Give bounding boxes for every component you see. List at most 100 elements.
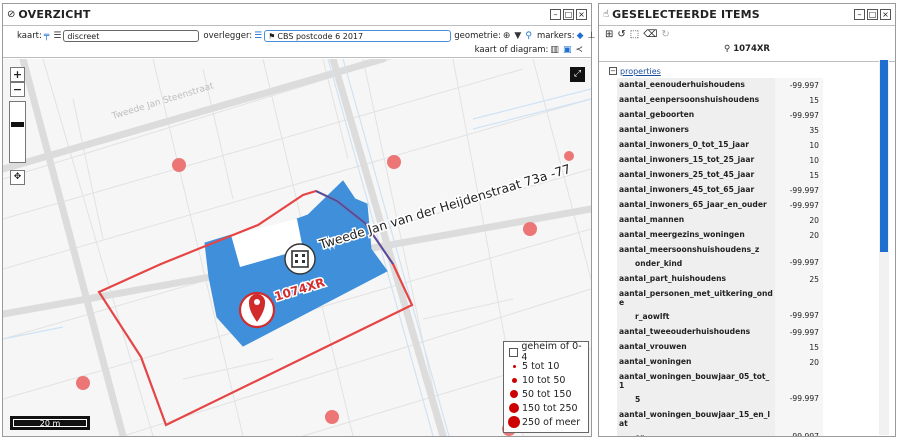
- overview-panel-header: ⊘ OVERZICHT – □ ×: [3, 4, 591, 26]
- building-marker[interactable]: [284, 243, 316, 275]
- property-key: aantal_vrouwen: [617, 340, 775, 355]
- property-row: aantal_eenpersoonshuishoudens 15: [605, 93, 873, 108]
- legend-item: 250 of meer: [508, 415, 584, 429]
- close-button[interactable]: ×: [880, 9, 891, 20]
- property-row: aantal_inwoners_25_tot_45_jaar 15: [605, 168, 873, 183]
- property-value: 15: [775, 340, 823, 355]
- legend-square-icon: [509, 347, 519, 357]
- property-value: -99.997: [775, 325, 823, 340]
- expand-all-icon[interactable]: ⊞: [605, 29, 613, 40]
- map-pin-icon[interactable]: ⚲: [525, 31, 532, 41]
- property-row: aantal_inwoners_45_tot_65_jaar -99.997: [605, 183, 873, 198]
- undo-icon[interactable]: ↺: [617, 29, 625, 40]
- selected-item-header: ⚲ 1074XR: [599, 44, 895, 54]
- selection-toolbar: ⊞ ↺ ⬚ ⌫ ↻: [605, 29, 670, 40]
- property-key: aantal_inwoners: [617, 123, 775, 138]
- diagram-view-icon[interactable]: ▣: [563, 45, 572, 55]
- scrollbar-thumb[interactable]: [880, 60, 888, 252]
- property-value: 20: [775, 213, 823, 228]
- legend-item: geheim of 0-4: [508, 341, 584, 363]
- globe-icon[interactable]: ⊕: [503, 31, 511, 41]
- legend-dot-icon: [512, 364, 516, 368]
- property-key: aantal_woningen_bouwjaar_05_tot_1 5: [617, 370, 775, 408]
- flag-icon: ⚑: [268, 31, 276, 41]
- property-row: aantal_woningen_bouwjaar_15_en_later-99.…: [605, 408, 873, 436]
- property-key: aantal_meersoonshuishoudens_z onder_kind: [617, 243, 775, 272]
- layers-tree-icon[interactable]: ╤: [44, 31, 49, 41]
- tags-icon[interactable]: ◆: [577, 31, 584, 41]
- properties-group[interactable]: − properties: [609, 64, 873, 78]
- property-key: aantal_meergezins_woningen: [617, 228, 775, 243]
- maximize-button[interactable]: □: [563, 9, 574, 20]
- property-row: aantal_mannen 20: [605, 213, 873, 228]
- property-value: -99.997: [775, 370, 823, 408]
- redo-icon[interactable]: ↻: [661, 29, 669, 40]
- property-key: aantal_woningen: [617, 355, 775, 370]
- properties-label[interactable]: properties: [620, 67, 661, 76]
- property-row: aantal_woningen_bouwjaar_05_tot_1 5 -99.99…: [605, 370, 873, 408]
- fullscreen-button[interactable]: ⤢: [570, 67, 585, 82]
- property-key: aantal_eenpersoonshuishoudens: [617, 93, 775, 108]
- zoom-out-button[interactable]: −: [10, 82, 25, 97]
- overlegger-value: CBS postcode 6 2017: [277, 31, 364, 41]
- legend-dot-icon: [509, 403, 519, 413]
- markers-label: markers:: [536, 31, 575, 41]
- geometrie-label: geometrie:: [454, 31, 501, 41]
- property-value: -99.997: [775, 198, 823, 213]
- list-icon[interactable]: ☰: [53, 31, 61, 41]
- zoom-extent-button[interactable]: ✥: [10, 170, 25, 185]
- overlay-list-icon[interactable]: ☰: [254, 31, 262, 41]
- property-key: aantal_woningen_bouwjaar_15_en_later: [617, 408, 775, 436]
- pointer-hand-icon: ☝: [603, 9, 610, 20]
- kaart-select[interactable]: discreet: [63, 30, 200, 42]
- property-key: aantal_inwoners_0_tot_15_jaar: [617, 138, 775, 153]
- property-value: 20: [775, 228, 823, 243]
- kaart-label: kaart:: [17, 31, 42, 41]
- property-row: aantal_eenouderhuishoudens -99.997: [605, 78, 873, 93]
- map-view-icon[interactable]: ▥: [550, 45, 559, 55]
- minimize-button[interactable]: –: [550, 9, 561, 20]
- maximize-button[interactable]: □: [867, 9, 878, 20]
- scrollbar[interactable]: [879, 60, 889, 435]
- zoom-slider[interactable]: [9, 101, 26, 163]
- property-row: aantal_geboorten -99.997: [605, 108, 873, 123]
- property-row: aantal_inwoners_0_tot_15_jaar 10: [605, 138, 873, 153]
- overlegger-select[interactable]: ⚑ CBS postcode 6 2017: [264, 30, 452, 42]
- legend-item: 10 tot 50: [508, 373, 584, 387]
- compass-icon: ⊘: [7, 9, 16, 20]
- properties-list[interactable]: − properties aantal_eenouderhuishoudens -…: [605, 64, 873, 436]
- property-row: aantal_part_huishoudens 25: [605, 272, 873, 287]
- collapse-icon[interactable]: −: [609, 67, 617, 75]
- close-button[interactable]: ×: [576, 9, 587, 20]
- property-key: aantal_inwoners_65_jaar_en_ouder: [617, 198, 775, 213]
- pushpin-icon[interactable]: ⊥: [587, 31, 595, 41]
- legend-dot-icon: [511, 377, 517, 383]
- eraser-icon[interactable]: ⌫: [643, 29, 657, 40]
- property-value: -99.997: [775, 243, 823, 272]
- property-key: aantal_inwoners_25_tot_45_jaar: [617, 168, 775, 183]
- select-box-icon[interactable]: ⬚: [630, 29, 639, 40]
- property-row: aantal_meergezins_woningen 20: [605, 228, 873, 243]
- minimize-button[interactable]: –: [854, 9, 865, 20]
- filter-icon[interactable]: ▼: [514, 31, 521, 41]
- property-value: -99.997: [775, 108, 823, 123]
- property-key: aantal_part_huishoudens: [617, 272, 775, 287]
- zoom-in-button[interactable]: +: [10, 67, 25, 82]
- property-value: -99.997: [775, 287, 823, 325]
- property-row: aantal_tweeouderhuishoudens -99.997: [605, 325, 873, 340]
- legend-item: 150 tot 250: [508, 401, 584, 415]
- zoom-slider-handle[interactable]: [11, 122, 24, 127]
- map-view[interactable]: Tweede Jan Steenstraat Tweede Jan van de…: [3, 59, 591, 436]
- overview-panel: ⊘ OVERZICHT – □ × kaart: ╤ ☰ discreet ov…: [2, 3, 595, 437]
- property-value: 20: [775, 355, 823, 370]
- property-value: -99.997: [775, 78, 823, 93]
- property-value: 15: [775, 168, 823, 183]
- property-value: -99.997: [775, 408, 823, 436]
- property-key: aantal_inwoners_15_tot_25_jaar: [617, 153, 775, 168]
- kaart-of-diagram-label: kaart of diagram:: [474, 45, 549, 55]
- scale-bar-label: 20 m: [13, 419, 87, 428]
- selected-items-panel: ☝ GESELECTEERDE ITEMS – □ × ⊞ ↺ ⬚ ⌫ ↻ ⚲ …: [598, 3, 896, 437]
- scale-bar: 20 m: [10, 416, 90, 430]
- share-icon[interactable]: ≺: [575, 45, 583, 55]
- location-pin-marker[interactable]: [238, 291, 276, 329]
